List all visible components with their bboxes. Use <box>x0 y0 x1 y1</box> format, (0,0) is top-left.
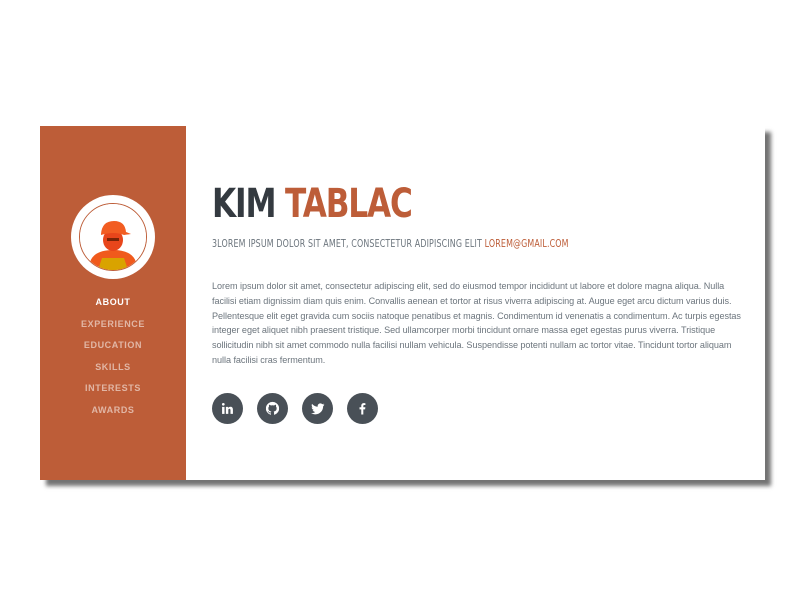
linkedin-button[interactable] <box>212 393 243 424</box>
page-title: KIM TABLAC <box>212 181 413 227</box>
facebook-icon <box>359 403 366 415</box>
sidebar-item-skills[interactable]: SKILLS <box>40 357 186 379</box>
sidebar-item-experience[interactable]: EXPERIENCE <box>40 314 186 336</box>
resume-card: ABOUT EXPERIENCE EDUCATION SKILLS INTERE… <box>40 126 765 480</box>
avatar-ring <box>71 195 155 279</box>
linkedin-icon <box>221 402 233 414</box>
github-icon <box>265 401 280 415</box>
email-link[interactable]: LOREM@GMAIL.COM <box>485 237 569 250</box>
sidebar-item-awards[interactable]: AWARDS <box>40 400 186 422</box>
sidebar: ABOUT EXPERIENCE EDUCATION SKILLS INTERE… <box>40 126 186 480</box>
github-button[interactable] <box>257 393 288 424</box>
twitter-icon <box>310 402 324 414</box>
sidebar-item-education[interactable]: EDUCATION <box>40 335 186 357</box>
social-icons <box>212 393 392 424</box>
last-name: TABLAC <box>285 181 413 227</box>
about-section: KIM TABLAC 3LOREM IPSUM DOLOR SIT AMET, … <box>212 126 747 480</box>
first-name: KIM <box>212 181 276 227</box>
person-photo-icon <box>80 204 146 270</box>
sidebar-nav: ABOUT EXPERIENCE EDUCATION SKILLS INTERE… <box>40 292 186 422</box>
twitter-button[interactable] <box>302 393 333 424</box>
subheading-text: 3LOREM IPSUM DOLOR SIT AMET, CONSECTETUR… <box>212 237 482 250</box>
subheading: 3LOREM IPSUM DOLOR SIT AMET, CONSECTETUR… <box>212 237 569 250</box>
avatar[interactable] <box>79 203 147 271</box>
facebook-button[interactable] <box>347 393 378 424</box>
sidebar-item-about[interactable]: ABOUT <box>40 292 186 314</box>
bio-paragraph: Lorem ipsum dolor sit amet, consectetur … <box>212 281 741 365</box>
sidebar-item-interests[interactable]: INTERESTS <box>40 378 186 400</box>
